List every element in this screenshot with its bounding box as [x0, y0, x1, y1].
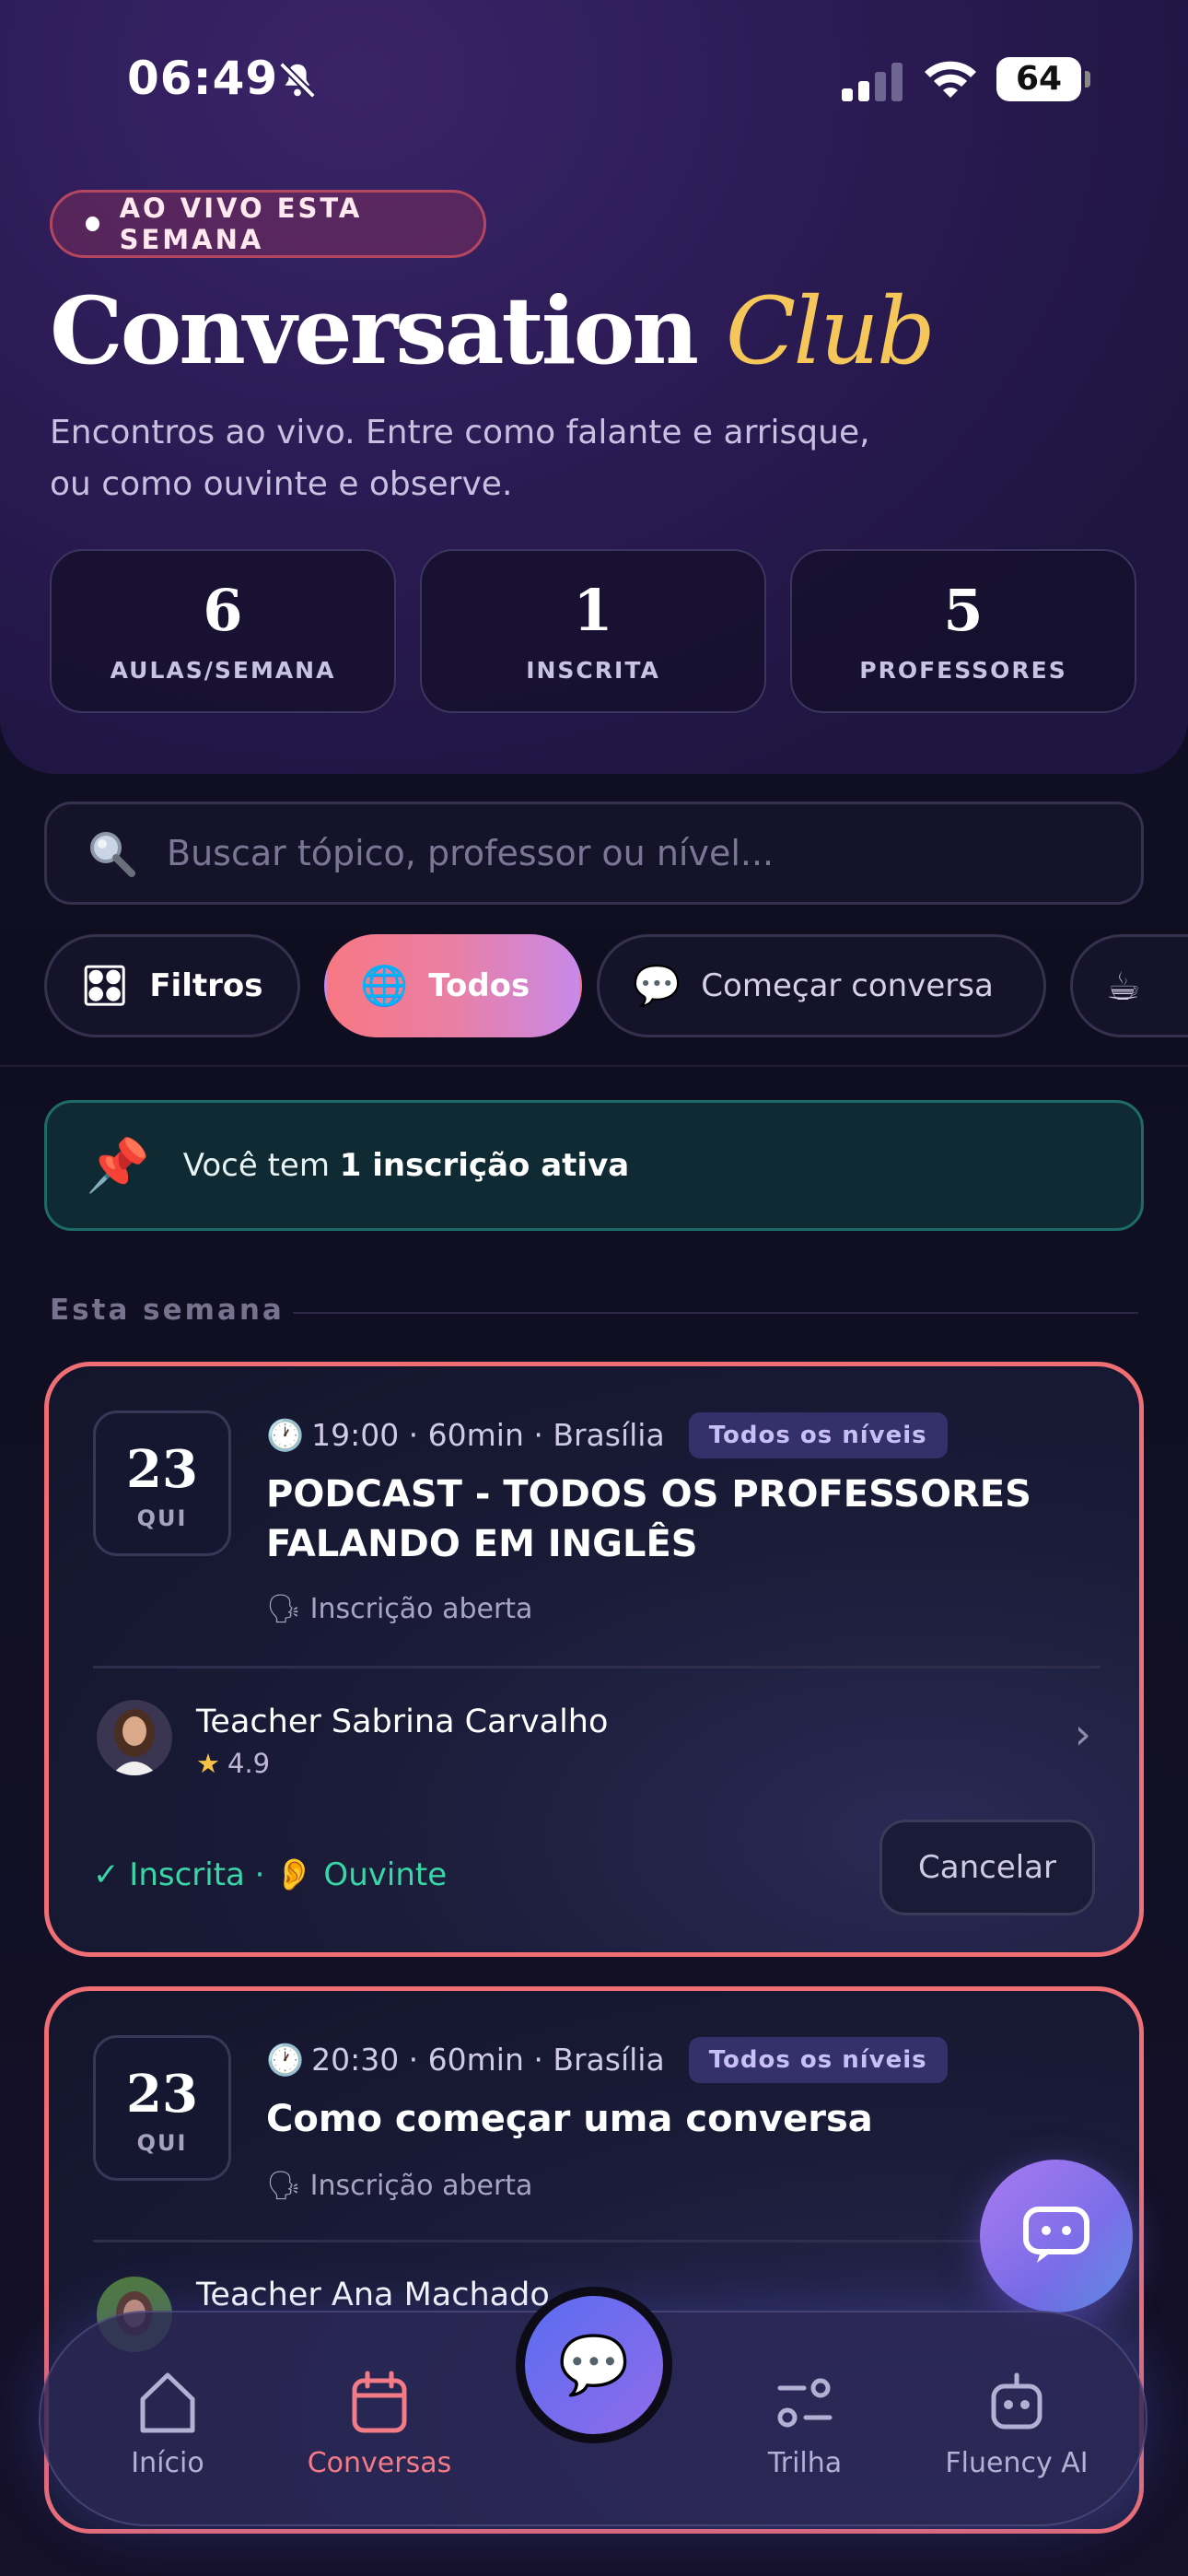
all-chip[interactable]: 🌐 Todos: [324, 934, 582, 1037]
hero-section: 06:49 64 AO VIVO ESTA SEMANA Conversatio…: [0, 0, 1188, 774]
live-dot-icon: [86, 217, 99, 231]
start-conversation-chip[interactable]: 💬 Começar conversa: [597, 934, 1046, 1037]
speaking-head-icon: 🗣: [266, 1593, 302, 1625]
page-title: Conversation Club: [50, 276, 936, 385]
coffee-icon: ☕: [1106, 963, 1141, 1009]
class-card[interactable]: 23 QUI 🕐 19:00 · 60min · Brasília Todos o…: [44, 1362, 1144, 1957]
tab-conversas[interactable]: Conversas: [269, 2313, 490, 2528]
speech-bubble-icon: 💬: [633, 963, 681, 1008]
pushpin-icon: 📌: [86, 1136, 150, 1196]
class-title: PODCAST - TODOS OS PROFESSORES FALANDO E…: [266, 1473, 1031, 1565]
class-status: 🗣 Inscrição aberta: [266, 1593, 533, 1625]
clock-icon: 🕐: [266, 1417, 305, 1453]
clock-icon: 🕐: [266, 2042, 305, 2078]
teacher-name[interactable]: Teacher Sabrina Carvalho: [196, 1704, 608, 1740]
globe-icon: 🌐: [360, 963, 409, 1008]
level-badge: Todos os níveis: [688, 2037, 948, 2083]
section-title: Esta semana: [50, 1294, 285, 1327]
filter-chips: 🎛 Filtros 🌐 Todos 💬 Começar conversa ☕: [44, 934, 1188, 1037]
home-icon: [140, 2372, 195, 2433]
divider: [0, 1065, 1188, 1067]
control-knobs-icon: 🎛: [80, 963, 130, 1008]
date-box: 23 QUI: [93, 2035, 231, 2181]
speaking-head-icon: 🗣: [266, 2170, 302, 2202]
class-meta: 🕐 19:00 · 60min · Brasília Todos os nívei…: [266, 1412, 948, 1458]
page-subtitle: Encontros ao vivo. Entre como falante e …: [50, 414, 870, 503]
signal-icon: [842, 63, 903, 101]
class-meta: 🕐 20:30 · 60min · Brasília Todos os nívei…: [266, 2037, 948, 2083]
section-divider: [293, 1312, 1138, 1314]
chat-bot-icon: [1023, 2207, 1089, 2263]
status-time: 06:49: [127, 52, 279, 105]
tab-trilha[interactable]: Trilha: [694, 2313, 915, 2528]
tab-inicio[interactable]: Início: [57, 2313, 278, 2528]
calendar-icon: [352, 2371, 407, 2433]
active-enrollment-banner: 📌 Você tem 1 inscrição ativa: [44, 1100, 1144, 1231]
card-divider: [93, 1666, 1101, 1669]
new-conversation-button[interactable]: 💬: [516, 2287, 672, 2443]
stat-enrolled: 1 INSCRITA: [420, 549, 766, 713]
star-icon: ★: [196, 1748, 220, 1779]
battery-indicator: 64: [996, 57, 1090, 101]
card-divider: [93, 2240, 1101, 2242]
search-icon: [90, 832, 135, 877]
search-input[interactable]: [167, 833, 1141, 873]
teacher-rating: ★ 4.9: [196, 1748, 271, 1779]
robot-icon: [991, 2372, 1042, 2430]
teacher-avatar: [97, 1700, 172, 1775]
date-box: 23 QUI: [93, 1411, 231, 1556]
class-title: Como começar uma conversa: [266, 2098, 873, 2140]
level-badge: Todos os níveis: [688, 1412, 948, 1458]
cancel-button[interactable]: Cancelar: [879, 1820, 1095, 1915]
teacher-name[interactable]: Teacher Ana Machado: [196, 2277, 550, 2313]
path-icon: [777, 2378, 833, 2428]
chevron-right-icon[interactable]: ›: [1075, 1709, 1091, 1759]
bell-muted-icon: [279, 62, 316, 99]
stat-teachers: 5 PROFESSORES: [790, 549, 1136, 713]
speech-bubble-icon: 💬: [525, 2296, 663, 2434]
filters-chip[interactable]: 🎛 Filtros: [44, 934, 300, 1037]
conversation-club-screen: 06:49 64 AO VIVO ESTA SEMANA Conversatio…: [0, 0, 1188, 2576]
live-badge: AO VIVO ESTA SEMANA: [50, 190, 486, 258]
tab-fluency-ai[interactable]: Fluency AI: [906, 2313, 1127, 2528]
class-status: 🗣 Inscrição aberta: [266, 2170, 533, 2202]
chat-assistant-button[interactable]: [980, 2160, 1133, 2313]
wifi-icon: [925, 61, 976, 98]
search-bar[interactable]: [44, 802, 1144, 905]
coffee-chip[interactable]: ☕: [1070, 934, 1188, 1037]
stat-classes-per-week: 6 AULAS/SEMANA: [50, 549, 396, 713]
enrollment-status: ✓ Inscrita · 👂 Ouvinte: [93, 1856, 448, 1893]
